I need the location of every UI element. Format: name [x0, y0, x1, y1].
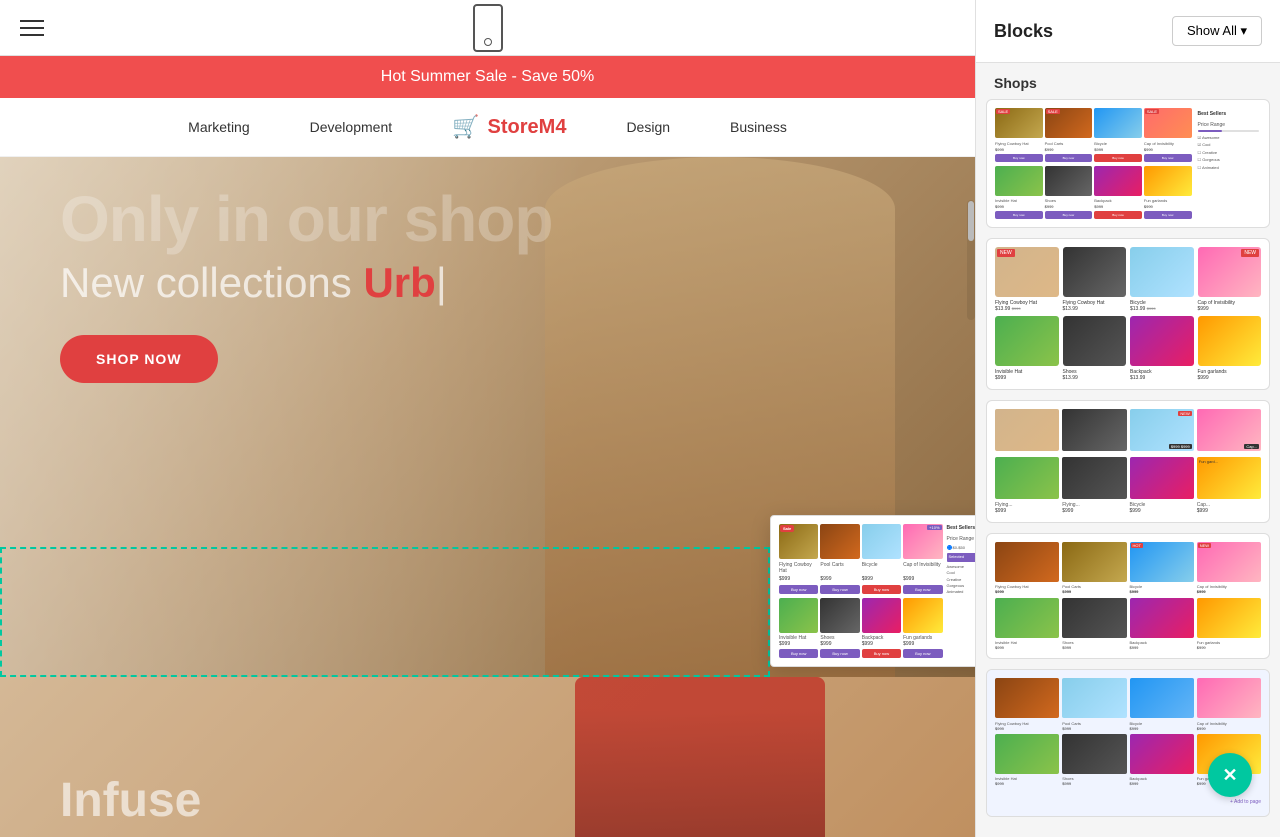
bottom-peek: Infuse [0, 677, 975, 837]
cart-icon: 🛒 [452, 114, 479, 140]
hero-subtitle: New collections Urb| [60, 259, 552, 307]
site-nav: Marketing Development 🛒 StoreM4 Design B… [0, 98, 975, 157]
floating-preview-card: Sale +10% Flying Cowboy HatPool CartsBic… [770, 515, 975, 667]
block-card-2[interactable]: NEW Flying Cowboy Hat $13.99 $999 Flying… [986, 238, 1270, 390]
logo-text: StoreM4 [488, 116, 567, 139]
hero-content: Only in our shop New collections Urb| SH… [60, 187, 552, 383]
sale-banner: Hot Summer Sale - Save 50% [0, 56, 975, 98]
sale-banner-text: Hot Summer Sale - Save 50% [381, 68, 594, 85]
bottom-text: Infuse [60, 773, 201, 828]
panel-section-title: Shops [976, 63, 1280, 99]
nav-development[interactable]: Development [310, 119, 393, 135]
toolbar [0, 0, 975, 56]
show-all-button[interactable]: Show All ▾ [1172, 16, 1262, 46]
hero-subtitle-accent: Urb [363, 259, 435, 306]
close-icon: ✕ [1222, 765, 1237, 786]
mobile-device-icon[interactable] [473, 4, 503, 52]
site-logo[interactable]: 🛒 StoreM4 [452, 114, 566, 140]
nav-design[interactable]: Design [626, 119, 670, 135]
panel-title: Blocks [994, 21, 1053, 42]
main-area: Hot Summer Sale - Save 50% Marketing Dev… [0, 0, 975, 837]
panel-header: Blocks Show All ▾ [976, 0, 1280, 63]
hero-subtitle-prefix: New collections [60, 259, 352, 306]
block-card-4[interactable]: HOT NEW Flying Cowboy Hat$999 Pool Carts… [986, 533, 1270, 659]
close-button[interactable]: ✕ [1208, 753, 1252, 797]
preview-area: Hot Summer Sale - Save 50% Marketing Dev… [0, 56, 975, 837]
right-panel: Blocks Show All ▾ Shops SALE [975, 0, 1280, 837]
panel-scroll[interactable]: SALE SALE SALE [976, 99, 1280, 837]
nav-marketing[interactable]: Marketing [188, 119, 249, 135]
menu-icon[interactable] [20, 20, 44, 36]
block-card-1[interactable]: SALE SALE SALE [986, 99, 1270, 228]
hero-section: Only in our shop New collections Urb| SH… [0, 157, 975, 677]
hero-title: Only in our shop [60, 187, 552, 251]
scrollbar[interactable] [967, 200, 975, 320]
nav-business[interactable]: Business [730, 119, 787, 135]
block-card-3[interactable]: NEW $999 $999 Cap... Fun gard... Flying.… [986, 400, 1270, 523]
shop-now-button[interactable]: SHOP NOW [60, 335, 218, 383]
